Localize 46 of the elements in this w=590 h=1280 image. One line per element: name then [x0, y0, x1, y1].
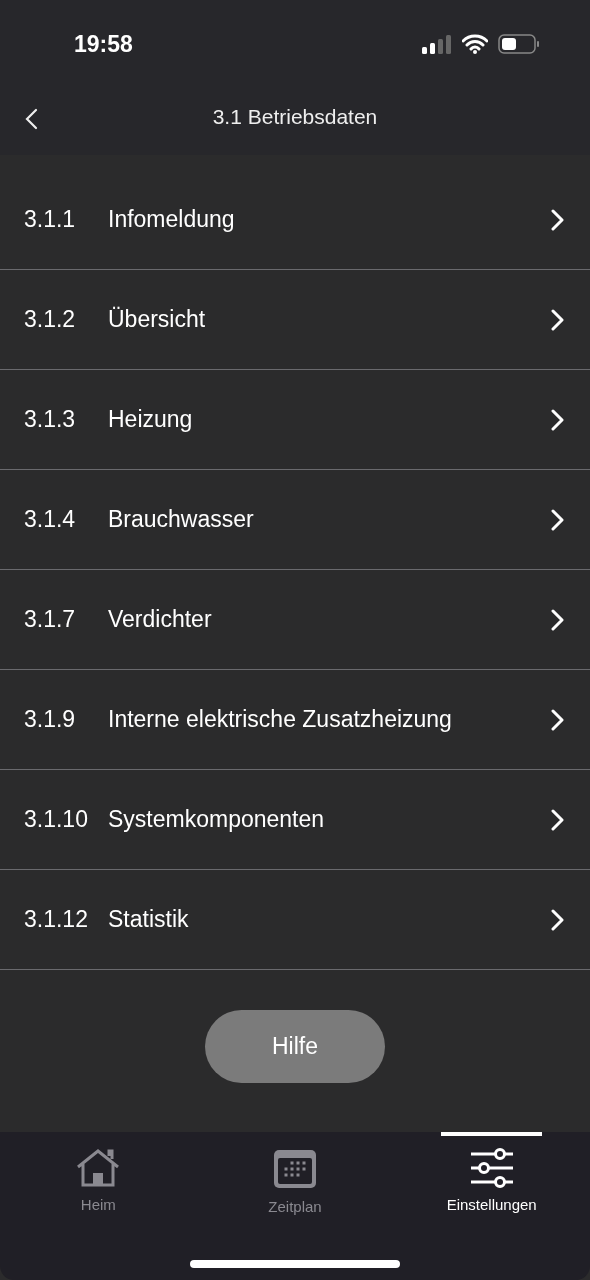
menu-item[interactable]: 3.1.4 Brauchwasser: [0, 470, 590, 570]
chevron-right-icon: [550, 308, 564, 331]
tab[interactable]: Heim: [48, 1132, 149, 1225]
menu-item[interactable]: 3.1.12 Statistik: [0, 870, 590, 970]
tab[interactable]: Einstellungen: [441, 1132, 542, 1225]
back-button[interactable]: [24, 108, 38, 130]
item-number: 3.1.12: [24, 906, 89, 933]
signal-icon: [422, 34, 452, 54]
menu-item[interactable]: 3.1.1 Infomeldung: [0, 170, 590, 270]
chevron-right-icon: [550, 608, 564, 631]
item-label: Interne elektrische Zusatzheizung: [108, 706, 453, 733]
item-label: Heizung: [108, 406, 194, 433]
page-title: 3.1 Betriebsdaten: [212, 104, 378, 129]
battery-icon: [498, 34, 540, 54]
chevron-right-icon: [550, 208, 564, 231]
tab[interactable]: Zeitplan: [244, 1132, 346, 1225]
sliders-icon: [468, 1148, 515, 1188]
item-label: Verdichter: [108, 606, 213, 633]
help-button[interactable]: Hilfe: [205, 1009, 385, 1083]
chevron-right-icon: [550, 808, 564, 831]
item-label: Infomeldung: [108, 206, 236, 233]
item-number: 3.1.7: [24, 606, 77, 633]
item-label: Brauchwasser: [108, 506, 255, 533]
wifi-icon: [462, 34, 488, 54]
chevron-right-icon: [550, 908, 564, 931]
house-icon: [75, 1148, 122, 1188]
item-number: 3.1.2: [24, 306, 77, 333]
item-number: 3.1.10: [24, 806, 89, 833]
item-number: 3.1.3: [24, 406, 77, 433]
item-number: 3.1.9: [24, 706, 77, 733]
menu-item[interactable]: 3.1.7 Verdichter: [0, 570, 590, 670]
item-label: Statistik: [108, 906, 190, 933]
menu-item[interactable]: 3.1.9 Interne elektrische Zusatzheizung: [0, 670, 590, 770]
menu-item[interactable]: 3.1.3 Heizung: [0, 370, 590, 470]
menu-item[interactable]: 3.1.2 Übersicht: [0, 270, 590, 370]
chevron-right-icon: [550, 408, 564, 431]
back-icon: [24, 108, 38, 130]
item-label: Systemkomponenten: [108, 806, 326, 833]
status-time: 19:58: [74, 30, 133, 58]
menu-item[interactable]: 3.1.10 Systemkomponenten: [0, 770, 590, 870]
item-label: Übersicht: [108, 306, 207, 333]
item-number: 3.1.4: [24, 506, 77, 533]
item-number: 3.1.1: [24, 206, 77, 233]
calendar-icon: [272, 1148, 318, 1190]
chevron-right-icon: [550, 708, 564, 731]
chevron-right-icon: [550, 508, 564, 531]
